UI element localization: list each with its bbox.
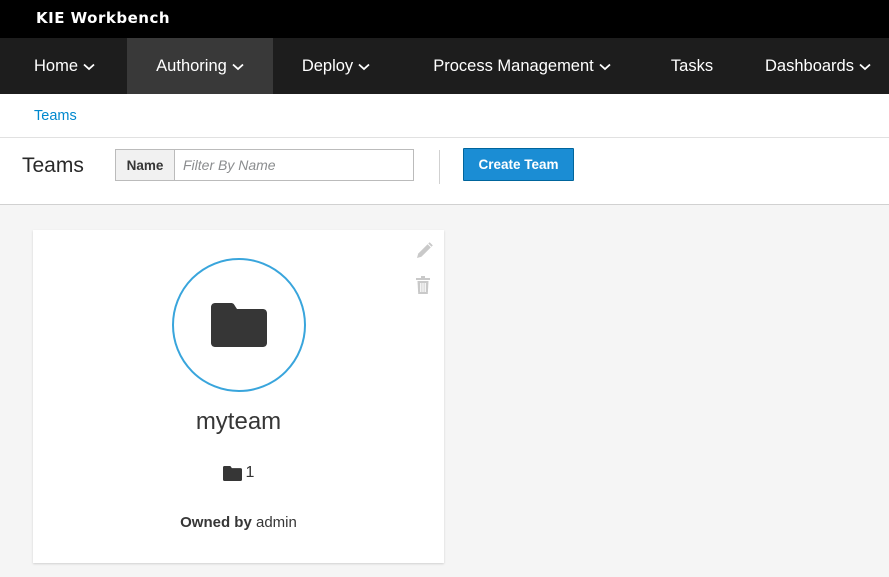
pencil-icon[interactable] [414,241,434,261]
breadcrumb: Teams [0,94,889,138]
filter-by-name-input[interactable] [175,150,413,180]
app-title: KIE Workbench [36,9,171,27]
nav-label: Home [33,56,78,75]
chevron-down-icon [859,63,871,71]
repository-count-value: 1 [245,464,255,481]
nav-process-management[interactable]: Process Management [411,38,633,94]
brand-bar: KIE Workbench [0,0,889,38]
teams-toolbar: Teams Name Create Team [0,138,889,205]
toolbar-divider [439,150,440,184]
nav-deploy[interactable]: Deploy [287,38,385,94]
teams-grid: myteam 1 Owned by admin [0,205,889,577]
nav-label: Tasks [670,56,714,75]
owned-by-label: Owned by [180,514,252,531]
filter-group: Name [115,149,414,181]
breadcrumb-teams[interactable]: Teams [34,108,77,124]
nav-home[interactable]: Home [18,38,111,94]
nav-tasks[interactable]: Tasks [655,38,729,94]
chevron-down-icon [599,63,611,71]
nav-label: Dashboards [765,56,854,75]
page-title: Teams [22,154,84,177]
chevron-down-icon [83,63,95,71]
nav-authoring[interactable]: Authoring [127,38,273,94]
main-nav: Home Authoring Deploy Process Management… [0,38,889,94]
nav-label: Process Management [433,56,594,75]
owner-name: admin [256,514,297,531]
team-avatar [172,258,306,392]
folder-icon [222,465,242,481]
nav-label: Authoring [156,56,227,75]
repository-count: 1 [33,464,444,482]
team-card[interactable]: myteam 1 Owned by admin [33,230,444,563]
trash-icon[interactable] [415,275,431,295]
chevron-down-icon [358,63,370,71]
filter-label: Name [116,150,175,180]
nav-dashboards[interactable]: Dashboards [749,38,889,94]
create-team-button[interactable]: Create Team [463,148,574,181]
chevron-down-icon [232,63,244,71]
folder-icon [211,303,267,347]
nav-label: Deploy [301,56,354,75]
team-owner: Owned by admin [33,514,444,531]
team-name: myteam [195,408,282,435]
